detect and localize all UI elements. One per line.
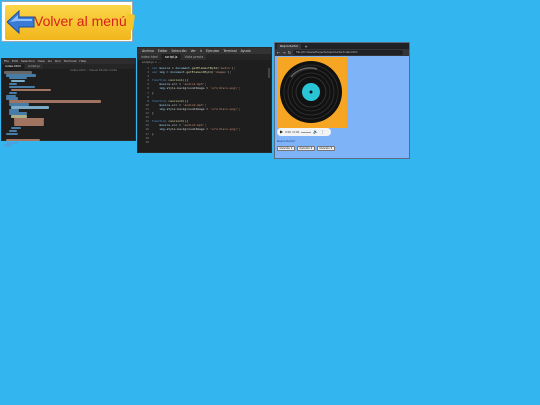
editor-window-script: Archivo Editar Selección Ver Ir Ejecutar Termi… [137,47,272,153]
forward-icon[interactable]: → [282,49,285,56]
album-cover [277,57,347,128]
line-number-gutter: 1 2 3 4 5 6 7 8 9 10 11 12 13 14 15 16 1… [145,66,149,144]
tab-preview[interactable]: Vista previa [181,54,207,60]
reload-icon[interactable]: ↻ [288,49,291,56]
back-icon[interactable]: ← [277,49,280,56]
script-menu-item[interactable]: Terminal [223,48,236,54]
browser-tab[interactable]: Reproductor [277,43,302,49]
song-3-button[interactable]: Canción 3 [316,146,335,151]
code-line [6,138,41,142]
audio-seek-bar[interactable] [301,131,312,133]
song-buttons: Canción 1 Canción 2 Canción 3 [277,146,335,151]
code-area[interactable] [4,71,134,148]
code-line [4,144,12,148]
script-code-area[interactable]: var musica = document.getElementById('au… [152,66,241,144]
code-line: img.style.backgroundImage = 'url(disco.p… [159,106,241,111]
volume-icon[interactable]: 🔈 [313,128,318,136]
back-button-label: Volver al menú [34,13,127,29]
tab-index-html[interactable]: index.html [2,64,24,69]
code-line [8,82,17,86]
vinyl-record-icon [280,61,342,123]
code-line [8,91,17,95]
code-line [8,85,35,89]
url-field[interactable]: file:///C:/Users/Proyecto/reproductor/in… [293,50,403,55]
code-line [6,132,19,136]
new-tab-icon[interactable]: + [304,44,307,49]
code-line: var img = document.getElementById('image… [152,70,232,75]
arrow-left-icon [7,10,35,34]
audio-player[interactable]: ▶ 0:00 / 0:00 🔈 ⋮ [277,128,331,136]
editor-menu-item[interactable]: Terminal [64,59,77,64]
tab-script-js[interactable]: script.js [162,54,181,60]
browser-window: Reproductor + ← → ↻ file:///C:/Users/Pro… [274,42,410,159]
editor-window-index: File Edit Selection View Go Run Terminal Help i… [1,58,136,148]
controls-label: Reproductor [277,139,296,143]
more-options-icon[interactable]: ⋮ [320,128,324,136]
back-to-menu-button[interactable]: Volver al menú [1,1,133,42]
editor-menu-item[interactable]: Run [55,59,61,64]
song-1-button[interactable]: Canción 1 [277,146,295,151]
script-menu-item[interactable]: Ayuda [241,48,251,54]
scrollbar[interactable] [268,68,270,78]
code-line [11,88,52,92]
breadcrumb: script.js > ... [142,60,161,64]
code-line: img.style.backgroundImage = 'url(disco.p… [159,127,241,132]
editor-menu-item[interactable]: Help [79,59,86,64]
tab-script-js[interactable]: script.js [25,64,43,69]
editor-menu-item[interactable]: Go [48,59,52,64]
script-menu-item[interactable]: Ejecutar [206,48,219,54]
code-line: img.style.backgroundImage = 'url(disco.p… [159,86,241,91]
audio-time: 0:00 / 0:00 [285,130,300,134]
code-line [8,129,17,133]
play-icon[interactable]: ▶ [280,128,283,136]
address-bar: ← → ↻ file:///C:/Users/Proyecto/reproduc… [275,49,409,56]
song-2-button[interactable]: Canción 2 [296,146,315,151]
